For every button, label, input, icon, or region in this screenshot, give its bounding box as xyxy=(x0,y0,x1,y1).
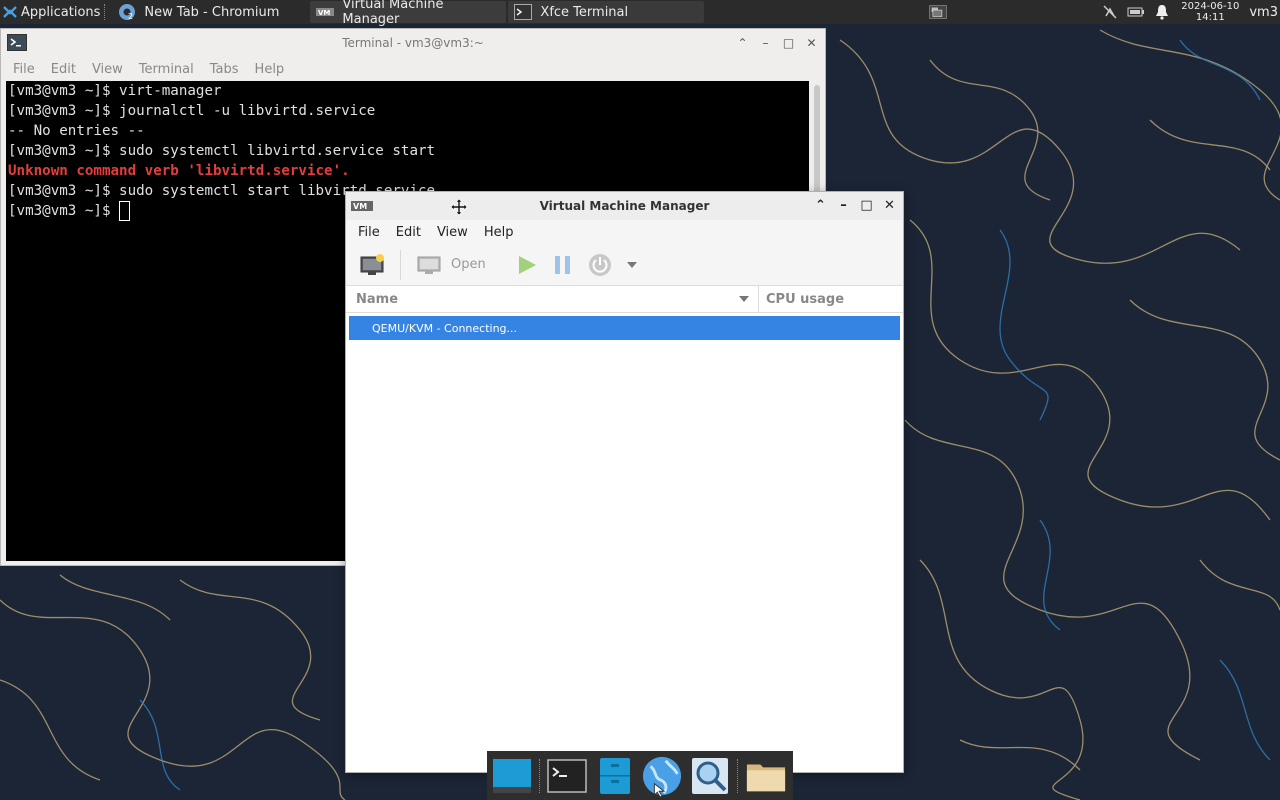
task-chromium[interactable]: 2 New Tab - Chromium xyxy=(112,1,308,23)
clock-time: 14:11 xyxy=(1195,12,1225,23)
vmm-title: Virtual Machine Manager xyxy=(539,199,710,213)
sort-down-icon xyxy=(739,295,749,302)
applications-label: Applications xyxy=(21,4,101,20)
applications-menu[interactable]: Applications xyxy=(0,0,104,24)
terminal-icon xyxy=(514,4,533,20)
open-label: Open xyxy=(451,257,486,272)
vm-list-header: Name CPU usage xyxy=(346,285,903,313)
connection-row[interactable]: QEMU/KVM - Connecting... xyxy=(349,316,900,340)
move-cursor-icon xyxy=(450,198,468,216)
toolbar-separator xyxy=(400,249,401,280)
maximize-button[interactable]: □ xyxy=(859,198,874,213)
vmm-window: VM Virtual Machine Manager ⌃ – □ ✕ File … xyxy=(345,191,904,773)
menu-help[interactable]: Help xyxy=(476,225,522,240)
close-button[interactable]: ✕ xyxy=(804,35,819,50)
folder-icon[interactable] xyxy=(745,755,787,797)
terminal-line: [vm3@vm3 ~]$ virt-manager xyxy=(8,83,222,99)
play-icon xyxy=(518,255,536,274)
desktop-icon[interactable] xyxy=(491,755,533,797)
column-name[interactable]: Name xyxy=(346,285,759,313)
terminal-titlebar[interactable]: Terminal - vm3@vm3:~ ⌃ – □ ✕ xyxy=(1,29,825,57)
top-panel: Applications 2 New Tab - Chromium VM Vir… xyxy=(0,0,1280,27)
menu-view[interactable]: View xyxy=(429,225,476,240)
terminal-prompt: [vm3@vm3 ~]$ xyxy=(8,203,120,219)
virt-manager-app-icon: VM xyxy=(351,201,373,211)
menu-view[interactable]: View xyxy=(84,62,131,77)
vmm-titlebar[interactable]: VM Virtual Machine Manager ⌃ – □ ✕ xyxy=(346,192,903,220)
file-manager-icon[interactable] xyxy=(594,755,636,797)
battery-icon[interactable] xyxy=(1127,3,1145,21)
system-tray: 2024-06-10 14:11 vm3 xyxy=(925,0,1280,24)
vmm-menubar: File Edit View Help xyxy=(346,220,903,244)
scrollbar-thumb[interactable] xyxy=(814,85,820,195)
shade-button[interactable]: ⌃ xyxy=(813,198,828,213)
terminal-icon[interactable] xyxy=(546,755,588,797)
vmm-window-buttons: ⌃ – □ ✕ xyxy=(813,198,897,213)
clock[interactable]: 2024-06-10 14:11 xyxy=(1181,1,1239,23)
terminal-line: -- No entries -- xyxy=(8,123,145,139)
menu-tabs[interactable]: Tabs xyxy=(202,62,247,77)
svg-text:VM: VM xyxy=(318,9,330,17)
task-label: Xfce Terminal xyxy=(540,4,629,20)
menu-edit[interactable]: Edit xyxy=(43,62,84,77)
terminal-line: [vm3@vm3 ~]$ journalctl -u libvirtd.serv… xyxy=(8,103,376,119)
menu-terminal[interactable]: Terminal xyxy=(131,62,202,77)
maximize-button[interactable]: □ xyxy=(781,35,796,50)
column-name-label: Name xyxy=(356,291,399,307)
minimize-button[interactable]: – xyxy=(836,198,851,213)
workspace-switcher-icon[interactable] xyxy=(929,3,947,21)
shade-button[interactable]: ⌃ xyxy=(735,35,750,50)
run-button[interactable] xyxy=(516,254,538,276)
terminal-window-buttons: ⌃ – □ ✕ xyxy=(735,35,819,50)
new-vm-button[interactable] xyxy=(360,253,386,277)
task-terminal[interactable]: Xfce Terminal xyxy=(508,1,705,23)
power-icon xyxy=(588,253,611,276)
clock-date: 2024-06-10 xyxy=(1181,1,1240,12)
connection-label: QEMU/KVM - Connecting... xyxy=(372,321,518,335)
web-browser-icon[interactable] xyxy=(641,755,683,798)
terminal-title: Terminal - vm3@vm3:~ xyxy=(342,36,484,50)
terminal-menubar: File Edit View Terminal Tabs Help xyxy=(1,57,825,81)
terminal-error-line: Unknown command verb 'libvirtd.service'. xyxy=(8,163,350,179)
pause-button[interactable] xyxy=(552,254,574,276)
svg-text:2: 2 xyxy=(128,12,133,21)
chevron-down-icon xyxy=(626,261,637,268)
menu-edit[interactable]: Edit xyxy=(388,225,429,240)
new-vm-icon xyxy=(360,253,384,275)
menu-file[interactable]: File xyxy=(5,62,43,77)
virt-manager-icon: VM xyxy=(316,4,335,20)
minimize-button[interactable]: – xyxy=(758,35,773,50)
task-label: New Tab - Chromium xyxy=(144,4,280,20)
monitor-icon xyxy=(417,256,441,274)
close-button[interactable]: ✕ xyxy=(882,198,897,213)
task-label: Virtual Machine Manager xyxy=(342,0,444,27)
terminal-app-icon xyxy=(7,34,27,51)
pause-icon xyxy=(554,255,570,274)
notification-bell-icon[interactable] xyxy=(1153,3,1171,21)
terminal-line: [vm3@vm3 ~]$ sudo systemctl libvirtd.ser… xyxy=(8,143,436,159)
svg-text:VM: VM xyxy=(353,202,367,211)
column-cpu-usage[interactable]: CPU usage xyxy=(759,292,844,307)
xfce-logo-icon xyxy=(3,6,17,18)
chromium-icon: 2 xyxy=(118,4,136,21)
shutdown-button[interactable] xyxy=(588,253,612,277)
menu-file[interactable]: File xyxy=(350,225,388,240)
terminal-cursor xyxy=(119,201,131,221)
task-virt-manager[interactable]: VM Virtual Machine Manager xyxy=(310,0,507,27)
panel-separator xyxy=(104,4,110,20)
user-menu[interactable]: vm3 xyxy=(1249,5,1278,20)
column-cpu-label: CPU usage xyxy=(766,291,845,307)
dock xyxy=(487,751,793,800)
vmm-toolbar: Open xyxy=(346,244,903,286)
menu-help[interactable]: Help xyxy=(247,62,293,77)
open-button[interactable]: Open xyxy=(417,254,486,276)
shutdown-dropdown-button[interactable] xyxy=(626,261,638,269)
dock-separator xyxy=(736,758,739,793)
network-off-icon[interactable] xyxy=(1101,3,1119,21)
app-finder-icon[interactable] xyxy=(689,755,731,797)
dock-separator xyxy=(538,758,541,793)
